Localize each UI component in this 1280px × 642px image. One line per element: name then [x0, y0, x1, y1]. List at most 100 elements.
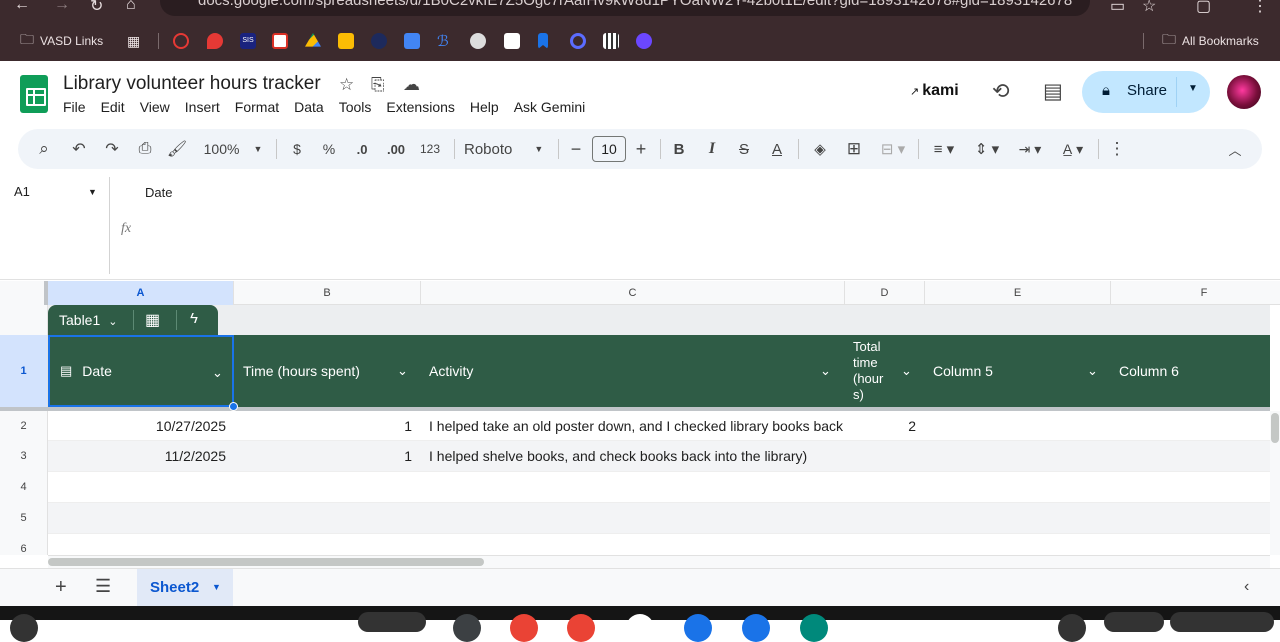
back-icon[interactable]: ← [14, 0, 30, 14]
forward-icon[interactable]: → [54, 0, 70, 14]
bookmark-c-icon[interactable] [636, 31, 652, 51]
cast-icon[interactable]: ▭ [1110, 0, 1125, 16]
row-header-5[interactable]: 5 [0, 503, 48, 534]
merge-cells-icon[interactable]: ⊟ ▾ [876, 129, 910, 169]
column-header-b[interactable]: B [234, 281, 421, 305]
table-lightning-icon[interactable]: ϟ [190, 310, 198, 327]
menu-data[interactable]: Data [294, 99, 324, 115]
taskbar-app-icon[interactable] [510, 614, 538, 642]
cell-date[interactable]: 10/27/2025 [48, 411, 226, 442]
star-icon[interactable]: ☆ [339, 75, 354, 95]
table-row[interactable] [48, 503, 1270, 534]
taskbar-app-icon[interactable] [684, 614, 712, 642]
taskbar-tray-icon[interactable] [1058, 614, 1086, 642]
name-box[interactable]: A1 ▼ [14, 184, 100, 199]
taskbar-tray[interactable] [1104, 612, 1164, 632]
comments-icon[interactable]: ▤ [1043, 79, 1063, 104]
search-menus-icon[interactable]: ⌕ [32, 129, 56, 169]
horizontal-scrollbar[interactable] [48, 555, 1270, 568]
more-options-icon[interactable]: ⋮ [1106, 129, 1128, 169]
account-avatar[interactable] [1227, 75, 1261, 109]
launcher-icon[interactable] [10, 614, 38, 642]
horizontal-scroll-thumb[interactable] [48, 558, 484, 566]
header-cell-column-6[interactable]: Column 6 [1111, 335, 1270, 407]
bold-icon[interactable]: B [668, 129, 690, 169]
bookmark-sis-icon[interactable]: SIS [240, 31, 256, 51]
sheets-logo-icon[interactable] [20, 75, 48, 113]
taskbar-app-icon[interactable] [567, 614, 595, 642]
borders-icon[interactable]: ⊞ [842, 129, 866, 169]
fill-color-icon[interactable]: ◈ [808, 129, 832, 169]
column-header-d[interactable]: D [845, 281, 925, 305]
taskbar-app-icon[interactable] [742, 614, 770, 642]
column-header-e[interactable]: E [925, 281, 1111, 305]
bookmark-globe-icon[interactable] [470, 31, 486, 51]
bookmark-pin-icon[interactable] [207, 31, 223, 51]
row-header-1[interactable]: 1 [0, 335, 48, 407]
row-header-3[interactable]: 3 [0, 441, 48, 472]
cell-time[interactable]: 1 [234, 441, 412, 472]
undo-icon[interactable]: ↶ [68, 129, 90, 169]
menu-insert[interactable]: Insert [185, 99, 220, 115]
chevron-down-icon[interactable]: ⌄ [1087, 363, 1098, 379]
row-header-6[interactable]: 6 [0, 534, 48, 555]
table-calculator-icon[interactable]: ▦ [145, 310, 160, 330]
column-header-f[interactable]: F [1111, 281, 1280, 305]
table-name-button[interactable]: Table1 ⌄ [59, 312, 117, 328]
cell-time[interactable]: 1 [234, 411, 412, 442]
share-button[interactable]: 🔒︎ Share ▼ [1082, 71, 1210, 113]
bookmark-drive-icon[interactable] [305, 31, 321, 51]
column-header-a[interactable]: A [48, 281, 234, 305]
home-icon[interactable]: ⌂ [126, 0, 136, 14]
number-format-button[interactable]: 123 [416, 129, 444, 169]
sheet-tab-sheet2[interactable]: Sheet2 ▼ [137, 569, 233, 606]
redo-icon[interactable]: ↷ [101, 129, 123, 169]
increase-decimal-button[interactable]: .00 [382, 129, 410, 169]
font-family-select[interactable]: Roboto ▼ [464, 129, 548, 169]
bookmark-docs-icon[interactable] [404, 31, 420, 51]
decrease-font-size-icon[interactable]: − [566, 129, 586, 169]
reload-icon[interactable]: ↻ [90, 0, 103, 16]
menu-file[interactable]: File [63, 99, 86, 115]
share-dropdown-icon[interactable]: ▼ [1188, 83, 1198, 94]
cell-total-time[interactable] [845, 441, 916, 472]
address-bar[interactable]: docs.google.com/spreadsheets/d/1B0C2vkIE… [160, 0, 1090, 16]
chevron-down-icon[interactable]: ⌄ [212, 365, 223, 381]
taskbar-app-icon[interactable] [800, 614, 828, 642]
vertical-scrollbar[interactable] [1270, 411, 1280, 555]
decrease-decimal-button[interactable]: .0 [350, 129, 374, 169]
font-size-input[interactable]: 10 [592, 129, 626, 169]
menu-extensions[interactable]: Extensions [386, 99, 454, 115]
bookmark-circle-icon[interactable] [173, 31, 189, 51]
text-wrapping-icon[interactable]: ⇥ ▾ [1012, 129, 1048, 169]
taskbar-app-icon[interactable] [453, 614, 481, 642]
taskbar-app-icon[interactable] [626, 614, 654, 642]
bookmark-ptw-icon[interactable] [371, 31, 387, 51]
bookmark-puzzle-icon[interactable] [504, 31, 520, 51]
cell-activity[interactable]: I helped take an old poster down, and I … [429, 411, 845, 442]
column-header-c[interactable]: C [421, 281, 845, 305]
table-row[interactable] [48, 534, 1270, 555]
all-sheets-icon[interactable]: ☰ [95, 576, 111, 597]
apps-grid-icon[interactable]: ▦ [127, 31, 140, 51]
extensions-icon[interactable]: ▢ [1196, 0, 1211, 16]
menu-tools[interactable]: Tools [339, 99, 372, 115]
bookmark-ribbon-icon[interactable] [538, 31, 548, 51]
menu-help[interactable]: Help [470, 99, 499, 115]
vertical-scroll-thumb[interactable] [1271, 413, 1279, 443]
cell-date[interactable]: 11/2/2025 [48, 441, 226, 472]
bookmark-qr-icon[interactable] [603, 31, 619, 51]
cell-total-time[interactable]: 2 [845, 411, 916, 442]
increase-font-size-icon[interactable]: + [631, 129, 651, 169]
zoom-select[interactable]: 100% ▼ [198, 129, 268, 169]
formula-input[interactable]: Date [145, 185, 172, 200]
all-bookmarks-folder[interactable]: 🗀 All Bookmarks [1162, 31, 1259, 51]
print-icon[interactable]: ⎙ [134, 129, 156, 169]
bookmark-q-icon[interactable] [570, 31, 586, 51]
taskbar-status-area[interactable] [1170, 612, 1274, 632]
vertical-align-icon[interactable]: ⇕ ▾ [970, 129, 1004, 169]
bookmark-gmail-icon[interactable] [272, 31, 288, 51]
text-color-icon[interactable]: A [766, 129, 788, 169]
bookmark-folder-vasd[interactable]: 🗀 VASD Links [20, 31, 103, 51]
header-cell-time[interactable]: Time (hours spent) ⌄ [234, 335, 421, 407]
